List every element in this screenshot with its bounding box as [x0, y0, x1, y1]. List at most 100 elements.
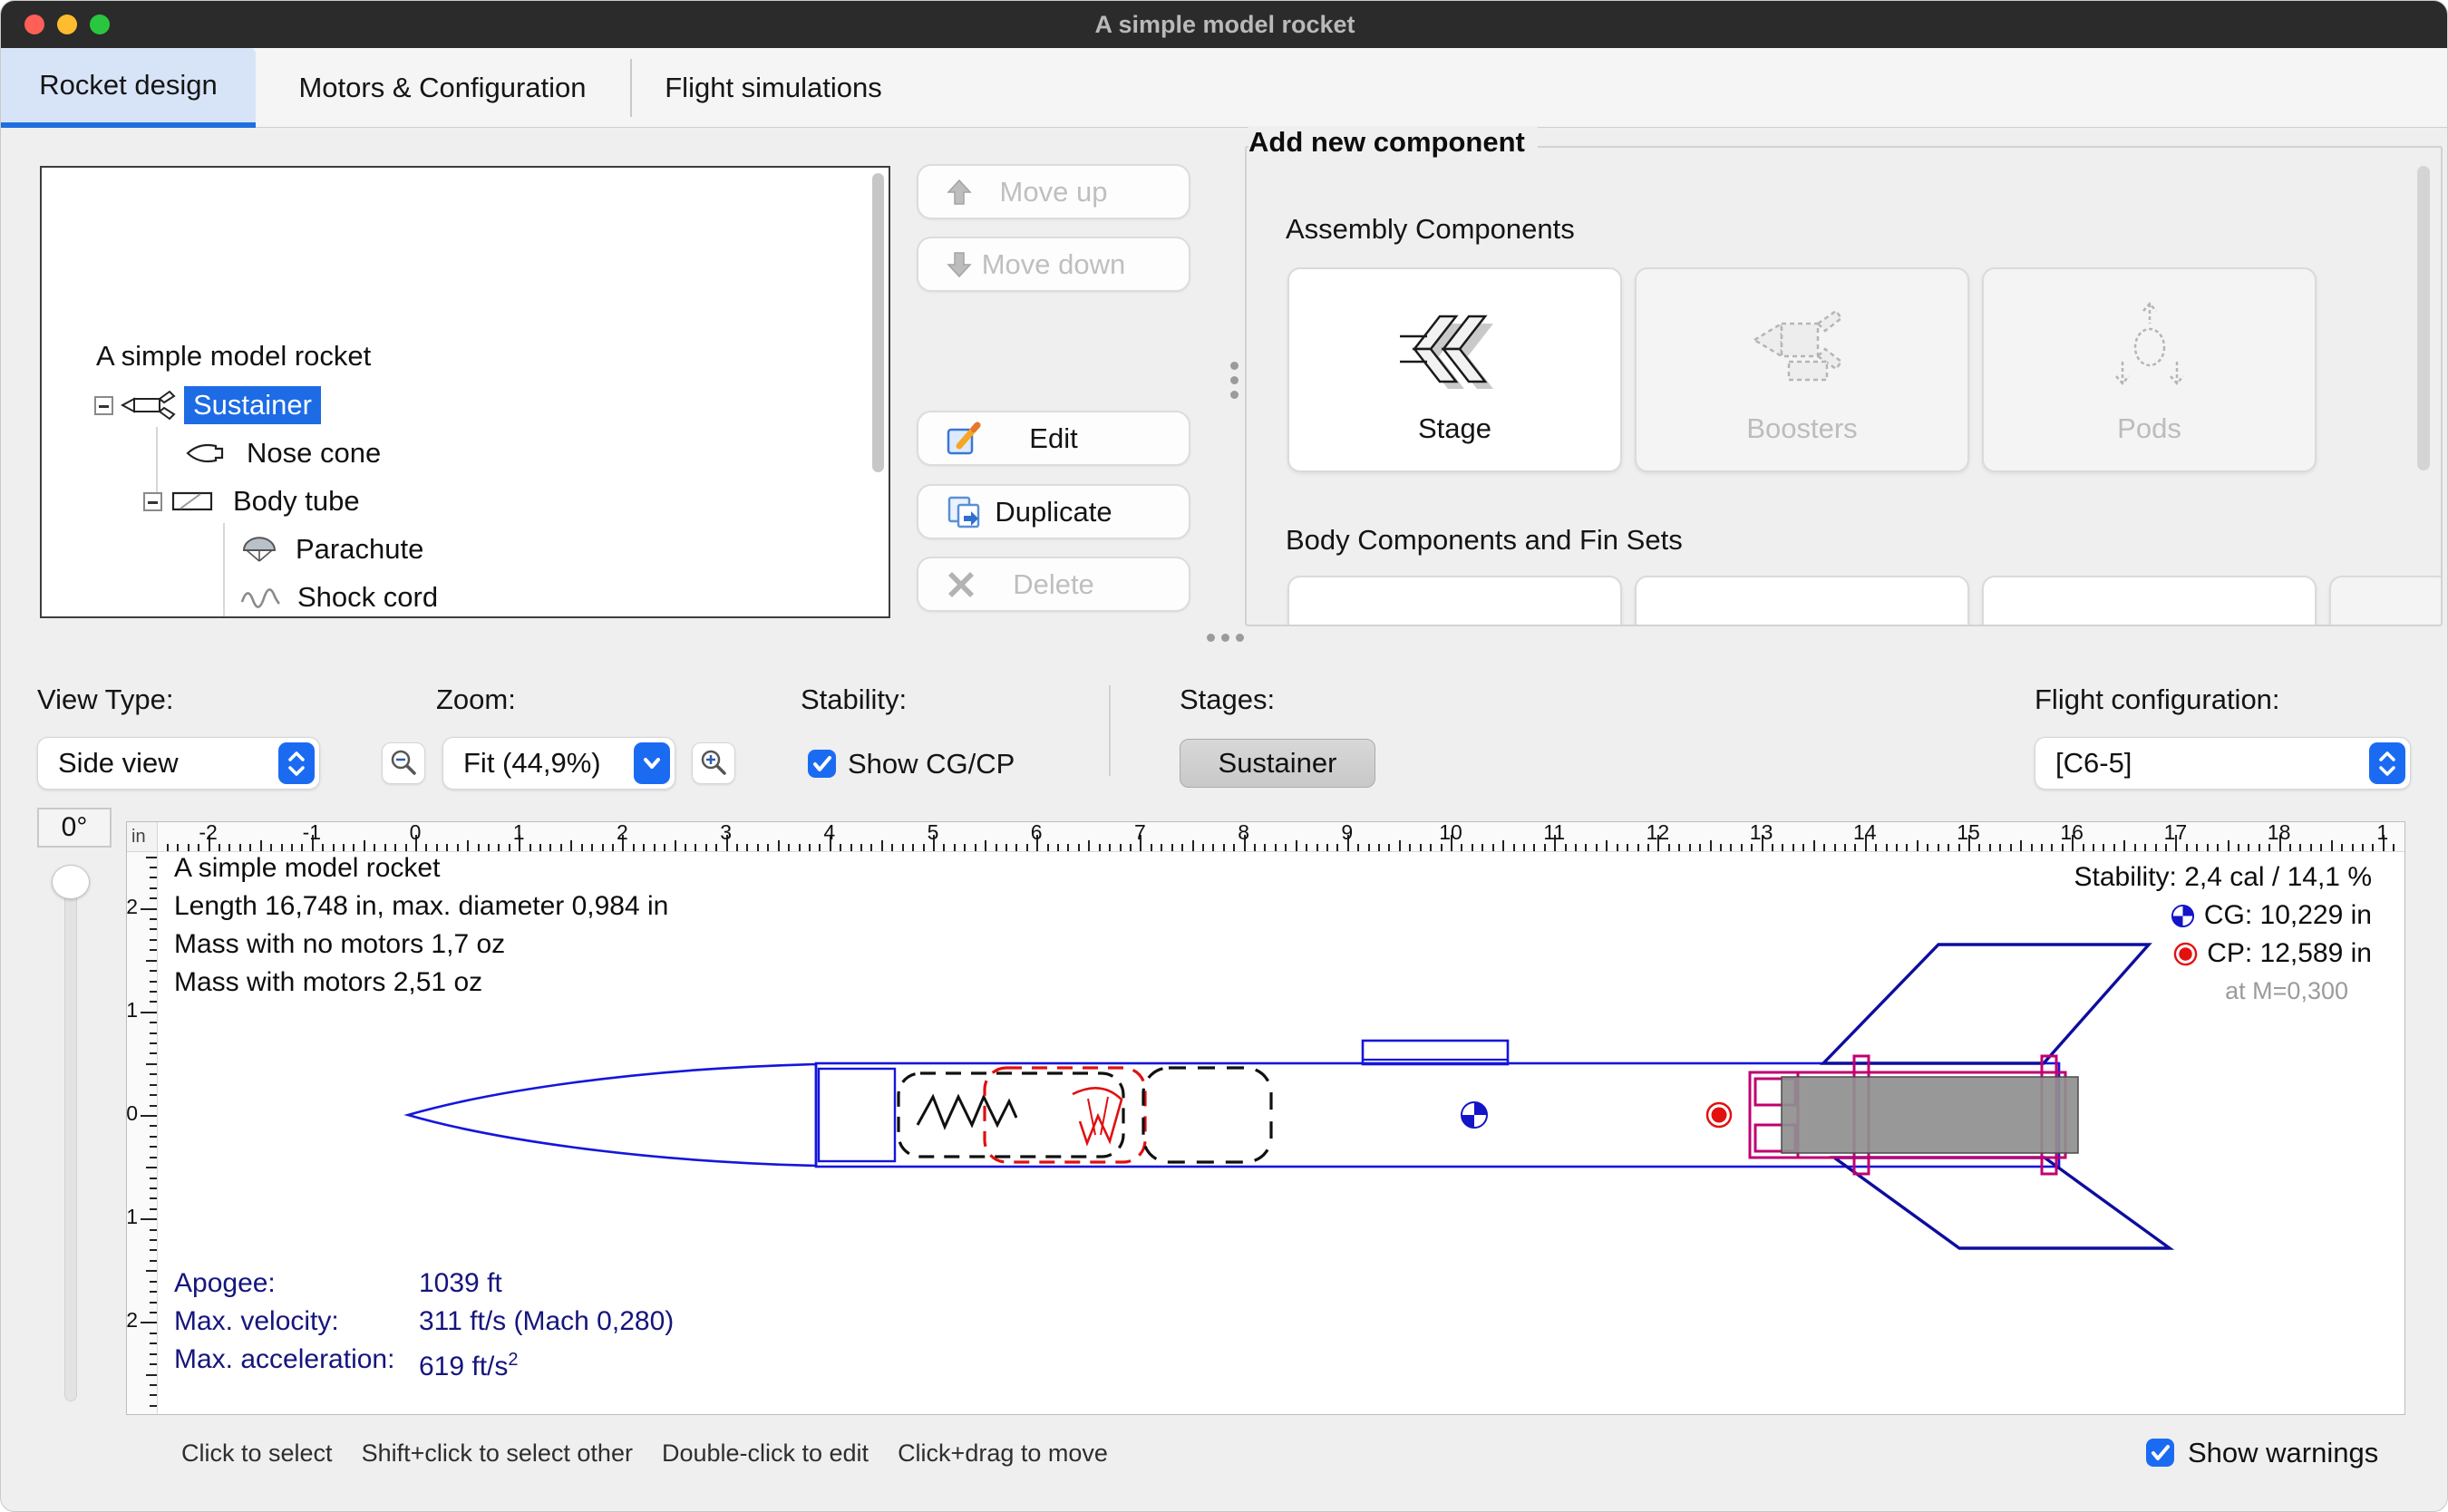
view-type-select[interactable]: Side view	[37, 737, 320, 790]
edit-icon	[946, 421, 982, 457]
motor-body[interactable]	[1782, 1077, 2078, 1153]
body-component-card[interactable]	[2329, 576, 2443, 626]
h-ruler-tick	[1575, 844, 1577, 851]
move-down-button[interactable]: Move down	[917, 237, 1190, 292]
v-ruler-tick	[150, 991, 157, 993]
stability-line: Stability: 2,4 cal / 14,1 %	[2074, 858, 2372, 897]
move-up-button[interactable]: Move up	[917, 164, 1190, 219]
h-ruler-label: 10	[1439, 822, 1462, 845]
card-label: Pods	[1984, 412, 2315, 445]
tree-row-parachute[interactable]: Parachute	[232, 528, 432, 571]
component-tree[interactable]: A simple model rocket Sustainer Nose con	[40, 166, 890, 618]
v-ruler-tick	[146, 1270, 157, 1272]
rocket-info-block: A simple model rocket Length 16,748 in, …	[174, 849, 668, 1002]
flight-config-select[interactable]: [C6-5]	[2035, 737, 2411, 790]
duplicate-button[interactable]: Duplicate	[917, 484, 1190, 539]
body-component-card[interactable]	[1635, 576, 1969, 626]
nose-shoulder[interactable]	[819, 1069, 895, 1161]
wadding-outline[interactable]	[1143, 1068, 1271, 1162]
parachute-outline[interactable]	[985, 1068, 1145, 1162]
titlebar: A simple model rocket	[1, 1, 2448, 48]
h-ruler-tick	[1513, 844, 1515, 851]
show-cgcp-checkbox[interactable]	[808, 750, 836, 778]
h-ruler-tick	[1854, 844, 1856, 851]
delete-button[interactable]: Delete	[917, 557, 1190, 612]
h-ruler-tick	[1596, 844, 1598, 851]
tree-row-body-tube[interactable]: Body tube	[143, 480, 369, 523]
h-ruler-label: 11	[1543, 822, 1565, 845]
v-ruler-tick	[150, 1342, 157, 1344]
v-ruler-tick	[150, 1052, 157, 1054]
h-ruler-tick	[1751, 844, 1753, 851]
add-pods-card[interactable]: Pods	[1982, 267, 2317, 472]
collapse-icon[interactable]	[143, 492, 162, 511]
h-ruler-tick	[1254, 844, 1256, 851]
h-ruler-tick	[167, 844, 169, 851]
tree-row-sustainer[interactable]: Sustainer	[94, 383, 321, 427]
h-ruler-tick	[1689, 844, 1691, 851]
tree-row-root[interactable]: A simple model rocket	[87, 334, 380, 378]
body-component-card[interactable]	[1982, 576, 2317, 626]
v-ruler-tick	[150, 1249, 157, 1251]
v-ruler-tick	[150, 1333, 157, 1334]
tree-row-nose-cone[interactable]: Nose cone	[178, 431, 390, 475]
h-ruler-tick	[891, 844, 893, 851]
h-ruler-tick	[870, 844, 872, 851]
h-ruler-label: 3	[720, 822, 732, 845]
v-ruler-tick	[150, 1312, 157, 1313]
h-ruler-tick	[736, 844, 738, 851]
h-ruler-tick	[1461, 844, 1462, 851]
zoom-in-button[interactable]	[692, 742, 735, 784]
rocket-design-canvas[interactable]: in -2-101234567891011121314151617181 210…	[126, 821, 2405, 1415]
shock-cord-outline[interactable]	[899, 1073, 1123, 1157]
rocket-icon	[121, 390, 177, 421]
h-ruler-tick	[1875, 844, 1877, 851]
zoom-out-button[interactable]	[382, 742, 425, 784]
tree-row-shock-cord[interactable]: Shock cord	[232, 576, 447, 618]
add-stage-card[interactable]: Stage	[1287, 267, 1622, 472]
tree-connector	[223, 523, 225, 618]
v-ruler-tick	[146, 857, 157, 858]
view-type-label: View Type:	[37, 683, 174, 716]
rotation-slider-track[interactable]	[64, 878, 77, 1401]
fin-lower-outline[interactable]	[1834, 1158, 2170, 1248]
collapse-icon[interactable]	[94, 396, 113, 415]
v-ruler-tick	[150, 1353, 157, 1355]
add-panel-scrollbar[interactable]	[2417, 166, 2430, 470]
h-ruler-tick	[2093, 844, 2094, 851]
tab-rocket-design[interactable]: Rocket design	[1, 48, 256, 128]
nose-cone-outline[interactable]	[408, 1064, 816, 1166]
h-ruler-tick	[2083, 844, 2084, 851]
rotation-slider-knob[interactable]	[52, 865, 90, 899]
add-boosters-card[interactable]: Boosters	[1635, 267, 1969, 472]
hint-click-drag: Click+drag to move	[898, 1439, 1108, 1468]
v-ruler-tick	[150, 1384, 157, 1386]
tree-scrollbar[interactable]	[872, 173, 884, 472]
h-ruler-tick	[902, 844, 904, 851]
v-ruler-tick	[150, 1125, 157, 1127]
flight-config-label: Flight configuration:	[2035, 683, 2280, 716]
body-component-card[interactable]	[1287, 576, 1622, 626]
show-warnings-checkbox[interactable]	[2146, 1439, 2174, 1467]
h-ruler-tick	[1368, 844, 1370, 851]
tab-motors-configuration[interactable]: Motors & Configuration	[256, 48, 629, 128]
h-ruler-label: 8	[1238, 822, 1249, 845]
edit-button[interactable]: Edit	[917, 411, 1190, 466]
h-ruler-tick	[1088, 840, 1090, 851]
zoom-select[interactable]: Fit (44,9%)	[442, 737, 675, 790]
stage-toggle-sustainer[interactable]: Sustainer	[1180, 739, 1375, 788]
h-ruler-tick	[1057, 844, 1059, 851]
add-component-title: Add new component	[1248, 126, 1538, 159]
v-ruler-tick	[146, 1063, 157, 1065]
apogee-label: Apogee:	[174, 1265, 419, 1303]
h-ruler-tick	[1523, 844, 1525, 851]
h-ruler-tick	[2320, 844, 2322, 851]
button-label: Edit	[1029, 422, 1077, 455]
cp-value: CP: 12,589 in	[2207, 938, 2372, 969]
h-ruler-tick	[1388, 844, 1390, 851]
tab-flight-simulations[interactable]: Flight simulations	[630, 48, 917, 128]
h-ruler-tick	[923, 844, 925, 851]
h-ruler-tick	[1678, 844, 1680, 851]
h-ruler-tick	[1741, 844, 1743, 851]
cg-value: CG: 10,229 in	[2204, 900, 2372, 931]
